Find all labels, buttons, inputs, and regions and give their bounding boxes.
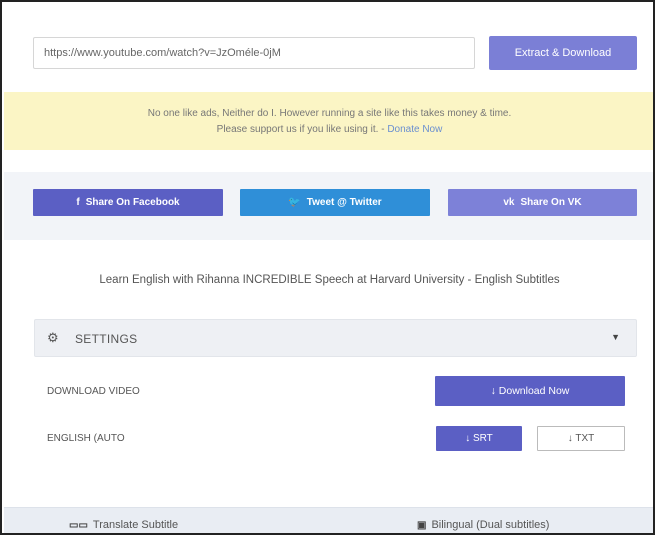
translate-subtitle-label: Translate Subtitle [92, 519, 179, 531]
translate-subtitle-option[interactable]: ▭▭ Translate Subtitle [69, 519, 178, 531]
donate-now-link[interactable]: Donate Now [387, 124, 442, 135]
notice-support-text: Please support us if you like using it. [216, 124, 379, 135]
video-url-input[interactable] [33, 37, 475, 69]
srt-label: SRT [472, 433, 493, 444]
tweet-twitter-label: Tweet @ Twitter [306, 197, 382, 208]
notice-line-2: Please support us if you like using it. … [4, 122, 653, 138]
facebook-icon: f [76, 197, 80, 208]
image-icon: ▣ [417, 520, 427, 531]
bilingual-label: Bilingual (Dual subtitles) [431, 519, 550, 531]
cc-icon: ▭▭ [69, 520, 88, 531]
download-txt-button[interactable]: ↓ TXT [537, 426, 625, 451]
support-notice: No one like ads, Neither do I. However r… [4, 92, 653, 150]
arrow-down-icon: ↓ [465, 433, 471, 444]
video-title: Learn English with Rihanna INCREDIBLE Sp… [99, 274, 560, 286]
download-now-label: Download Now [498, 385, 570, 397]
vk-icon: vk [503, 197, 515, 208]
share-vk-label: Share On VK [520, 197, 582, 208]
download-now-button[interactable]: ↓ Download Now [435, 376, 625, 406]
arrow-down-icon: ↓ [567, 433, 573, 444]
notice-line-1: No one like ads, Neither do I. However r… [147, 108, 512, 119]
share-facebook-button[interactable]: f Share On Facebook [33, 189, 223, 216]
spacer-band [4, 150, 653, 172]
download-srt-button[interactable]: ↓ SRT [436, 426, 522, 451]
caret-down-icon: ▼ [611, 332, 620, 342]
gears-icon: ⚙ [47, 330, 59, 345]
subtitle-language-label: ENGLISH (AUTO [47, 433, 125, 444]
page-frame: Extract & Download No one like ads, Neit… [0, 0, 655, 535]
share-facebook-label: Share On Facebook [85, 197, 180, 208]
txt-label: TXT [575, 433, 595, 444]
settings-toggle[interactable]: ⚙ SETTINGS ▼ [34, 319, 637, 357]
tweet-twitter-button[interactable]: 🐦 Tweet @ Twitter [240, 189, 430, 216]
download-video-label: DOWNLOAD VIDEO [47, 386, 140, 397]
settings-label: SETTINGS [75, 332, 138, 346]
arrow-down-icon: ↓ [490, 385, 496, 397]
extract-download-button[interactable]: Extract & Download [489, 36, 637, 70]
share-vk-button[interactable]: vk Share On VK [448, 189, 637, 216]
bilingual-option[interactable]: ▣ Bilingual (Dual subtitles) [417, 519, 549, 531]
twitter-icon: 🐦 [288, 197, 301, 208]
notice-separator: - [378, 124, 388, 135]
